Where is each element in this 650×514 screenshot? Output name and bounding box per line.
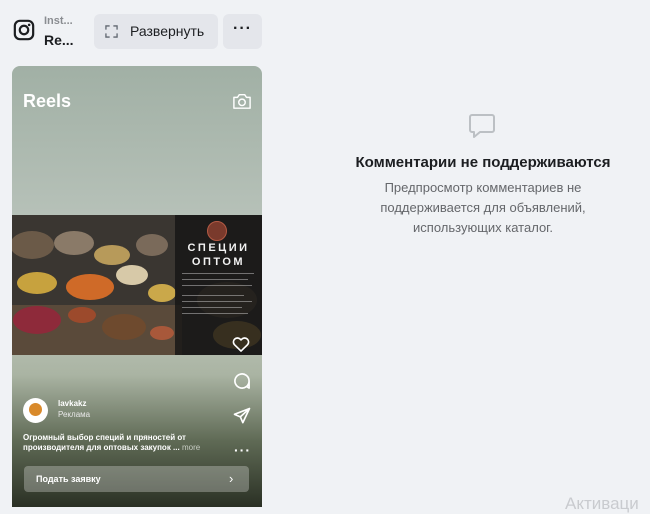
preview-header: Inst... Re... Развернуть ···	[0, 0, 650, 56]
placement-name: Re...	[44, 32, 74, 48]
ad-text-line	[182, 279, 248, 280]
activation-watermark: Активаци	[565, 494, 639, 513]
ad-creative-image: СПЕЦИИ ОПТОМ	[12, 215, 262, 355]
camera-icon	[232, 92, 252, 110]
cta-button-label: Подать заявку	[36, 474, 101, 484]
expand-button-label: Развернуть	[130, 23, 205, 39]
ad-text-line	[182, 313, 248, 314]
chevron-right-icon: ›	[229, 471, 234, 486]
cta-button[interactable]: Подать заявку ›	[24, 466, 249, 492]
avatar	[23, 398, 48, 423]
comment-icon[interactable]	[232, 371, 252, 391]
ad-caption: Огромный выбор специй и пряностей от про…	[23, 433, 223, 453]
reels-ad-preview: Reels СПЕЦИИ ОПТОМ ··· lavkakz Реклама О…	[12, 66, 262, 507]
sponsored-label: Реклама	[58, 410, 91, 419]
ad-text-line	[182, 273, 254, 274]
account-name: lavkakz	[58, 399, 87, 408]
ad-caption-text: Огромный выбор специй и пряностей от про…	[23, 433, 186, 452]
comments-unsupported-title: Комментарии не поддерживаются	[355, 154, 611, 171]
ad-text-line	[182, 295, 244, 296]
instagram-icon	[13, 19, 35, 41]
comments-unsupported-description: Предпросмотр комментариев не поддерживае…	[380, 180, 586, 235]
reels-title: Reels	[23, 91, 72, 111]
brand-badge-icon	[207, 221, 227, 241]
speech-bubble-icon	[467, 111, 497, 141]
more-dots-icon: ···	[233, 20, 252, 37]
more-options-button[interactable]: ···	[223, 14, 262, 49]
expand-button[interactable]: Развернуть	[94, 14, 218, 49]
ad-text-line	[182, 285, 252, 286]
heart-icon[interactable]	[231, 334, 251, 354]
expand-icon	[105, 25, 118, 38]
ad-text-line	[182, 301, 252, 302]
ad-text-line	[182, 307, 242, 308]
platform-name: Inst...	[44, 15, 73, 27]
send-icon[interactable]	[232, 406, 252, 426]
caption-more-link[interactable]: more	[182, 443, 200, 452]
more-dots-icon[interactable]: ···	[234, 443, 251, 457]
ad-headline: СПЕЦИИ ОПТОМ	[187, 242, 250, 268]
